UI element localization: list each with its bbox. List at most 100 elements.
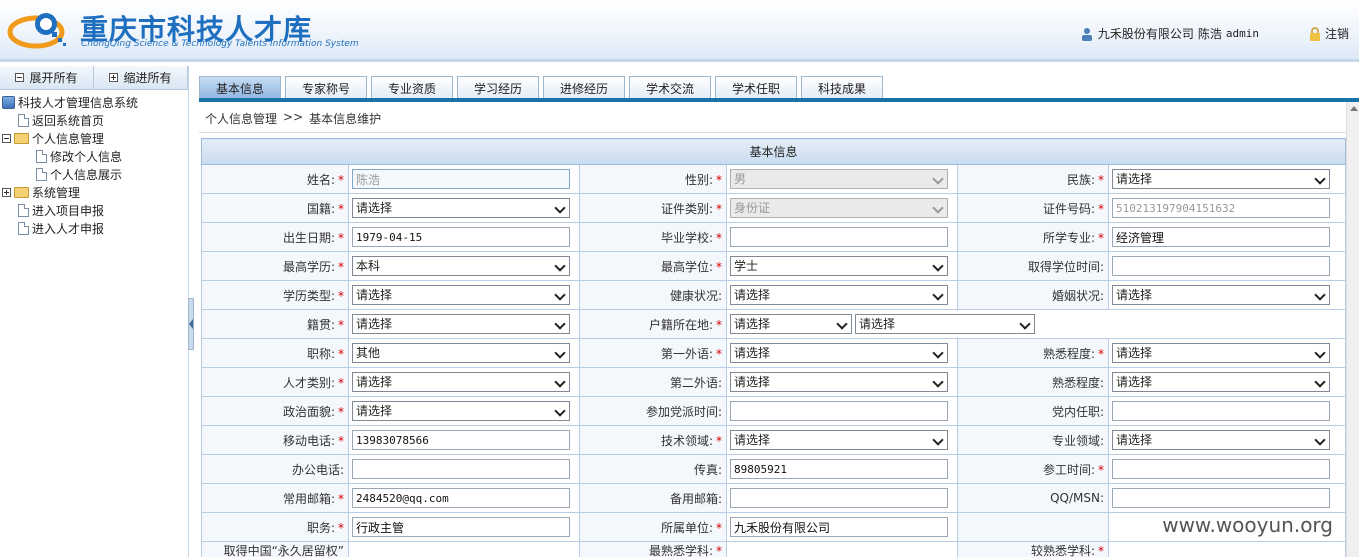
proficiency1-select[interactable]: 请选择 xyxy=(1112,343,1330,363)
tab-expert-title[interactable]: 专家称号 xyxy=(285,76,367,99)
major-input[interactable] xyxy=(1112,227,1330,247)
tab-bar: 基本信息 专家称号 专业资质 学习经历 进修经历 学术交流 学术任职 科技成果 xyxy=(199,76,883,100)
tree-item-project[interactable]: 进入项目申报 xyxy=(2,201,188,219)
field-label: 国籍: * xyxy=(201,193,349,223)
education-select[interactable]: 本科 xyxy=(352,256,570,276)
tech-field-select[interactable]: 请选择 xyxy=(730,430,948,450)
ethnic-select[interactable]: 请选择 xyxy=(1112,169,1330,189)
expand-all-label: 展开所有 xyxy=(29,71,78,85)
field-label xyxy=(957,512,1109,542)
tab-academic-exchange[interactable]: 学术交流 xyxy=(629,76,711,99)
form-title: 基本信息 xyxy=(200,138,1347,165)
first-language-select[interactable]: 请选择 xyxy=(730,343,948,363)
user-name: 陈浩 xyxy=(1197,27,1222,41)
huji-province-select[interactable]: 请选择 xyxy=(730,314,852,334)
tree-toolbar: 展开所有 缩进所有 xyxy=(0,66,188,90)
tree-item-root[interactable]: 科技人才管理信息系统 xyxy=(2,93,188,111)
degree-time-input[interactable] xyxy=(1112,256,1330,276)
minus-box-icon xyxy=(15,73,25,82)
talent-type-select[interactable]: 请选择 xyxy=(352,372,570,392)
field-label: 办公电话: xyxy=(201,454,349,484)
breadcrumb-item: 个人信息管理 xyxy=(205,112,278,126)
field-label: 所学专业: * xyxy=(957,222,1109,252)
panel-splitter[interactable] xyxy=(188,298,194,350)
nationality-select[interactable]: 请选择 xyxy=(352,198,570,218)
tree-item-home[interactable]: 返回系统首页 xyxy=(2,111,188,129)
gender-select[interactable]: 男 xyxy=(730,169,948,189)
tab-qualification[interactable]: 专业资质 xyxy=(371,76,453,99)
duty-input[interactable] xyxy=(352,517,570,537)
school-input[interactable] xyxy=(730,227,948,247)
folder-icon xyxy=(14,186,29,198)
second-language-select[interactable]: 请选择 xyxy=(730,372,948,392)
breadcrumb: 个人信息管理 >> 基本信息维护 xyxy=(205,110,381,127)
name-input[interactable] xyxy=(352,169,570,189)
plus-box-icon xyxy=(2,187,11,197)
marital-select[interactable]: 请选择 xyxy=(1112,285,1330,305)
field-label: 职务: * xyxy=(201,512,349,542)
backup-email-input[interactable] xyxy=(730,488,948,508)
field-label: 所属单位: * xyxy=(579,512,727,542)
field-label: 参工时间: * xyxy=(957,454,1109,484)
tab-underline xyxy=(199,98,1359,102)
health-select[interactable]: 请选择 xyxy=(730,285,948,305)
work-start-input[interactable] xyxy=(1112,459,1330,479)
tab-education[interactable]: 学习经历 xyxy=(457,76,539,99)
main-content: 基本信息 专家称号 专业资质 学习经历 进修经历 学术交流 学术任职 科技成果 … xyxy=(199,66,1359,557)
political-select[interactable]: 请选择 xyxy=(352,401,570,421)
birth-date-input[interactable] xyxy=(352,227,570,247)
field-label: 婚姻状况: xyxy=(957,280,1109,310)
huji-city-select[interactable]: 请选择 xyxy=(855,314,1035,334)
field-label: 人才类别: * xyxy=(201,367,349,397)
vertical-scrollbar[interactable] xyxy=(1346,102,1359,557)
logo-subtitle: ChongQing Science & Technology Talents I… xyxy=(81,39,359,49)
folder-open-icon xyxy=(14,132,29,144)
proficiency2-select[interactable]: 请选择 xyxy=(1112,372,1330,392)
logout-button[interactable]: 注销 xyxy=(1309,25,1349,42)
breadcrumb-separator: >> xyxy=(283,110,304,124)
party-time-input[interactable] xyxy=(730,401,948,421)
edu-type-select[interactable]: 请选择 xyxy=(352,285,570,305)
field-label: 技术领域: * xyxy=(579,425,727,455)
user-id: admin xyxy=(1225,27,1259,40)
title-select[interactable]: 其他 xyxy=(352,343,570,363)
user-info: 九禾股份有限公司 陈浩 admin xyxy=(1080,25,1259,42)
expand-all-button[interactable]: 展开所有 xyxy=(0,66,94,89)
specialty-select[interactable]: 请选择 xyxy=(1112,430,1330,450)
tree-item-personal[interactable]: 个人信息管理 xyxy=(2,129,188,147)
tree-item-show-info[interactable]: 个人信息展示 xyxy=(2,165,188,183)
field-label: 最高学位: * xyxy=(579,251,727,281)
form-row: 政治面貌: * 请选择 参加党派时间: 党内任职: xyxy=(201,396,1347,426)
tree-item-label: 个人信息展示 xyxy=(50,167,123,182)
tab-achievements[interactable]: 科技成果 xyxy=(801,76,883,99)
email-input[interactable] xyxy=(352,488,570,508)
field-label: 出生日期: * xyxy=(201,222,349,252)
native-place-select[interactable]: 请选择 xyxy=(352,314,570,334)
field-label: QQ/MSN: xyxy=(957,483,1109,513)
document-icon xyxy=(36,149,47,163)
tree-item-label: 返回系统首页 xyxy=(32,113,105,128)
degree-select[interactable]: 学士 xyxy=(730,256,948,276)
tab-basic-info[interactable]: 基本信息 xyxy=(199,76,281,99)
office-phone-input[interactable] xyxy=(352,459,570,479)
tab-training[interactable]: 进修经历 xyxy=(543,76,625,99)
mobile-input[interactable] xyxy=(352,430,570,450)
user-icon xyxy=(1081,27,1092,41)
field-label: 毕业学校: * xyxy=(579,222,727,252)
tab-academic-post[interactable]: 学术任职 xyxy=(715,76,797,99)
qq-msn-input[interactable] xyxy=(1112,488,1330,508)
field-label: 熟悉程度: * xyxy=(957,338,1109,368)
id-number-input[interactable] xyxy=(1112,198,1330,218)
tree-item-edit-info[interactable]: 修改个人信息 xyxy=(2,147,188,165)
field-label: 常用邮箱: * xyxy=(201,483,349,513)
tree-item-system[interactable]: 系统管理 xyxy=(2,183,188,201)
id-type-select[interactable]: 身份证 xyxy=(730,198,948,218)
party-post-input[interactable] xyxy=(1112,401,1330,421)
tree-item-talent[interactable]: 进入人才申报 xyxy=(2,219,188,237)
field-label: 取得中国“永久居留权” xyxy=(201,541,349,557)
unit-input[interactable] xyxy=(730,517,948,537)
fax-input[interactable] xyxy=(730,459,948,479)
collapse-all-button[interactable]: 缩进所有 xyxy=(94,66,188,89)
form-row: 办公电话: 传真: 参工时间:* xyxy=(201,454,1347,484)
form-row: 取得中国“永久居留权” 最熟悉学科: * 较熟悉学科: * xyxy=(201,541,1347,557)
